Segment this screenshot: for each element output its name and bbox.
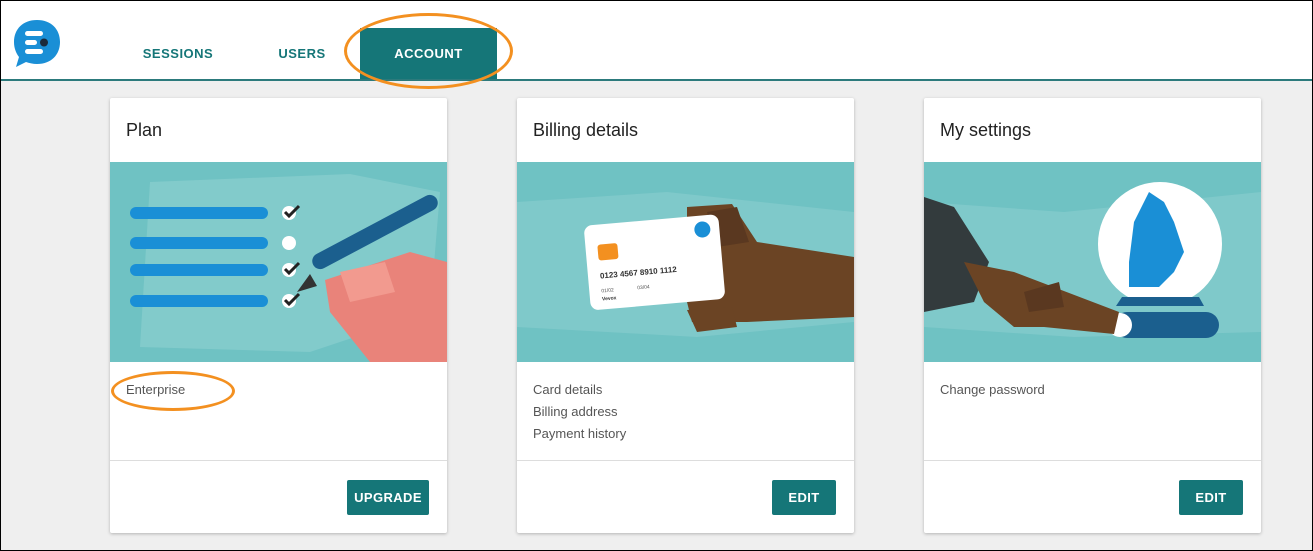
payment-history-link: Payment history [533, 426, 627, 441]
card-valid-from-text: 01/02 [601, 287, 614, 294]
vevox-logo-icon[interactable] [11, 17, 63, 69]
card-title: Billing details [533, 120, 639, 140]
billing-illustration: 0123 4567 8910 1112 01/02 03/04 Vevox [517, 162, 854, 362]
tab-sessions[interactable]: SESSIONS [126, 28, 230, 79]
tab-users[interactable]: USERS [263, 28, 341, 79]
card-title: Plan [126, 120, 163, 140]
app-window: SESSIONS USERS ACCOUNT Plan Enterprise U… [0, 0, 1313, 551]
upgrade-button[interactable]: UPGRADE [347, 480, 429, 515]
billing-links: Card details Billing address Payment his… [533, 379, 626, 445]
card-details-link: Card details [533, 382, 603, 397]
card-name-text: Vevox [602, 295, 617, 302]
edit-billing-button[interactable]: EDIT [772, 480, 836, 515]
card-valid-to-text: 03/04 [637, 284, 650, 291]
plan-illustration [110, 162, 447, 362]
settings-card: My settings Change password EDIT [924, 98, 1261, 533]
top-nav-bar: SESSIONS USERS ACCOUNT [1, 1, 1312, 81]
divider [924, 460, 1261, 461]
credit-card-illustration-icon: 0123 4567 8910 1112 01/02 03/04 Vevox [517, 162, 854, 362]
edit-settings-button[interactable]: EDIT [1179, 480, 1243, 515]
settings-illustration [924, 162, 1261, 362]
change-password-link: Change password [940, 382, 1045, 397]
divider [110, 460, 447, 461]
toggle-avatar-illustration-icon [924, 162, 1261, 362]
card-title: My settings [940, 120, 1032, 140]
plan-card: Plan Enterprise UPGRADE [110, 98, 447, 533]
billing-address-link: Billing address [533, 404, 618, 419]
tab-account[interactable]: ACCOUNT [360, 28, 497, 79]
plan-name: Enterprise [126, 382, 186, 397]
plan-details: Enterprise [126, 379, 185, 401]
checklist-illustration-icon [110, 162, 447, 362]
settings-links: Change password [940, 379, 1045, 401]
divider [517, 460, 854, 461]
billing-card: Billing details 0123 4567 8910 1112 01/0… [517, 98, 854, 533]
